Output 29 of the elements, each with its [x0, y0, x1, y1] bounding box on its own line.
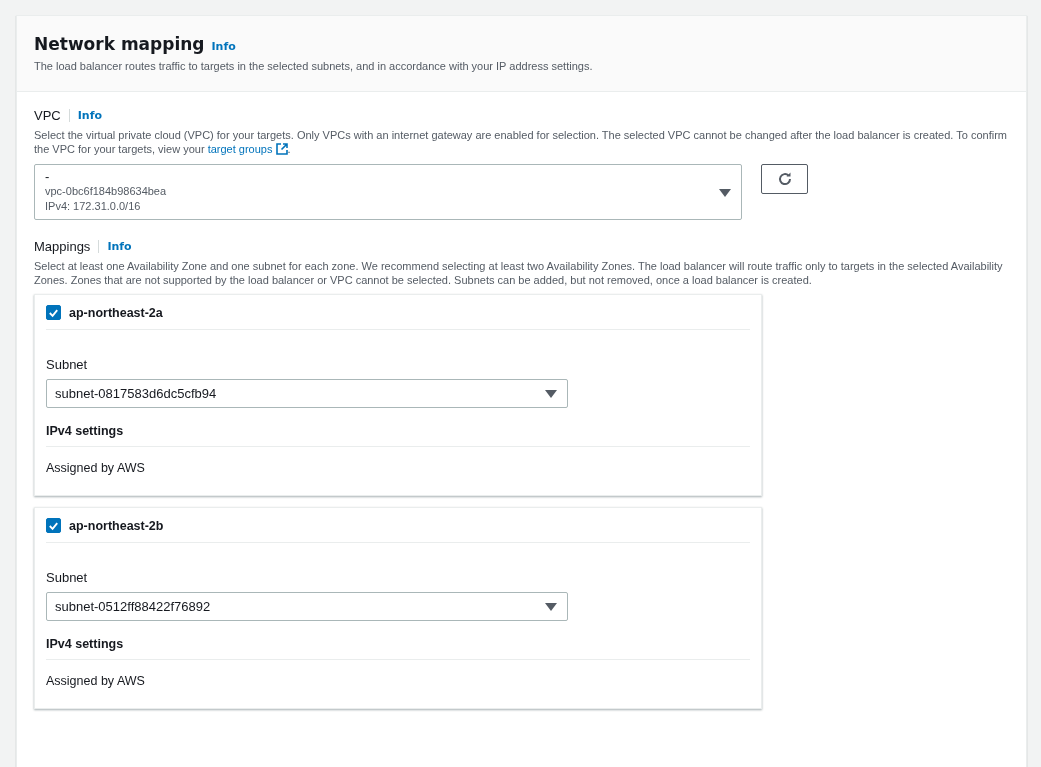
caret-icon [545, 389, 557, 398]
vpc-label: VPC [34, 108, 61, 123]
zone-name: ap-northeast-2b [69, 518, 164, 533]
caret-icon [545, 602, 557, 611]
ipv4-value: Assigned by AWS [46, 461, 146, 475]
vpc-select[interactable]: - vpc-0bc6f184b98634bea IPv4: 172.31.0.0/16 [34, 164, 742, 220]
info-link[interactable]: Info [98, 240, 132, 253]
vpc-description: Select the virtual private cloud (VPC) for your targets. Only VPCs with an internet gateway are enabled for selection. The selected VPC cannot be changed after the load balancer is created. To confirm the VPC for your targets, view your target groups . [34, 128, 1008, 156]
section-description: The load balancer routes traffic to targets in the selected subnets, and in accordance with your IP address settings. [34, 59, 594, 73]
subnet-select[interactable]: subnet-0512ff88422f76892 [46, 592, 568, 621]
zone-checkbox[interactable] [46, 305, 61, 320]
zone-name: ap-northeast-2a [69, 305, 163, 320]
subnet-select[interactable]: subnet-0817583d6dc5cfb94 [46, 379, 568, 408]
ipv4-settings-heading: IPv4 settings [46, 424, 750, 447]
ipv4-value: Assigned by AWS [46, 674, 146, 688]
zone-checkbox[interactable] [46, 518, 61, 533]
info-link[interactable]: Info [68, 109, 102, 122]
subnet-label: Subnet [46, 570, 89, 585]
mappings-description: Select at least one Availability Zone and one subnet for each zone. We recommend selecting at least two Availability Zones. The load balancer will route traffic only to targets in the selected Availability Zones. Zones that are not supported by the load balancer or VPC cannot be selected. Subnets can be added, but not removed, once a load balancer is created. [34, 259, 1004, 287]
refresh-icon [776, 171, 793, 187]
ipv4-settings-heading: IPv4 settings [46, 637, 750, 660]
subnet-label: Subnet [46, 357, 89, 372]
info-link[interactable]: Info [211, 40, 236, 53]
mappings-label: Mappings [34, 239, 91, 254]
external-link-icon [275, 143, 288, 155]
caret-icon [719, 189, 731, 197]
target-groups-link[interactable]: target groups [207, 143, 288, 155]
section-title: Network mapping [34, 34, 205, 54]
refresh-button[interactable] [761, 164, 808, 194]
